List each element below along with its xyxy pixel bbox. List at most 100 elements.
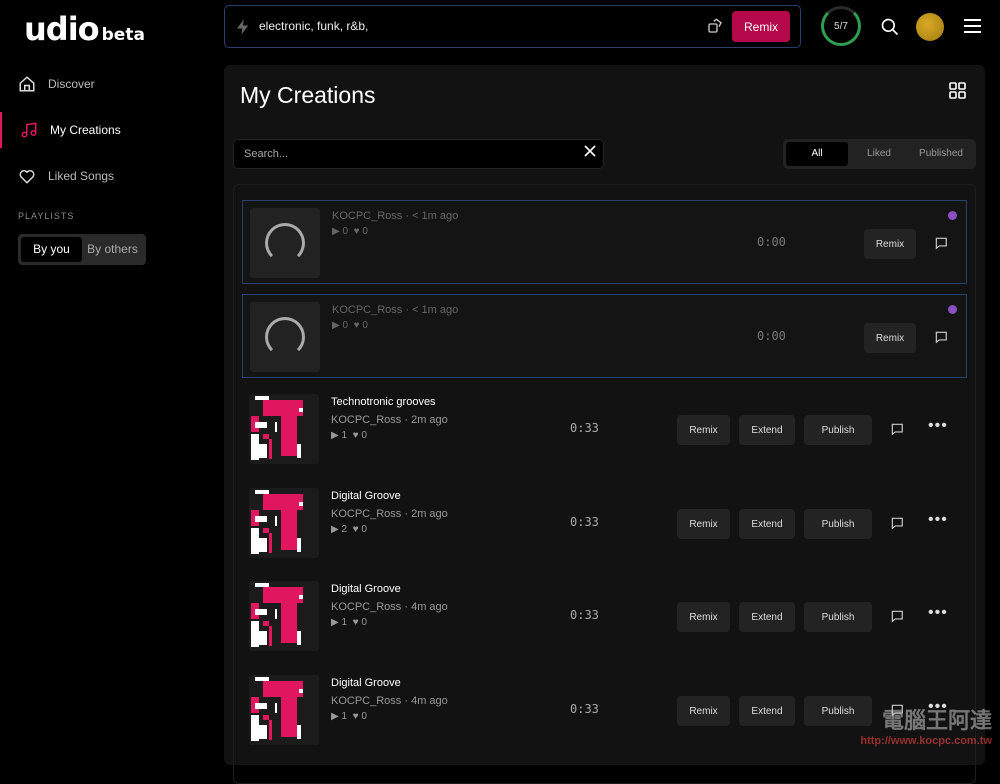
song-row[interactable]: Digital Groove KOCPC_Ross · 2m ago ▶ 2 ♥… [242, 481, 967, 565]
song-title[interactable]: Digital Groove [331, 677, 448, 689]
sidebar-item-my-creations[interactable]: My Creations [0, 112, 222, 148]
comment-icon[interactable] [890, 516, 904, 535]
play-count: 1 [341, 711, 348, 722]
heart-icon: ♥ [352, 617, 359, 628]
remix-button[interactable]: Remix [864, 229, 916, 259]
search-icon[interactable] [880, 17, 900, 37]
more-options-icon[interactable]: ••• [928, 511, 948, 529]
like-count: 0 [361, 617, 367, 628]
comment-icon[interactable] [890, 609, 904, 628]
song-thumbnail[interactable] [250, 208, 320, 278]
comment-icon[interactable] [934, 330, 948, 349]
extend-button[interactable]: Extend [739, 509, 795, 539]
udio-logo[interactable]: udio beta [24, 10, 145, 48]
avatar[interactable] [916, 13, 944, 41]
tab-published[interactable]: Published [910, 142, 972, 166]
tab-all[interactable]: All [786, 142, 848, 166]
loading-spinner [265, 223, 305, 263]
menu-icon[interactable] [964, 18, 981, 34]
main-panel: My Creations All Liked Published KOCPC_R… [224, 65, 985, 784]
song-age: 4m ago [411, 695, 448, 707]
sidebar: udio beta Discover My Creations Liked Son… [0, 0, 222, 751]
play-icon: ▶ [331, 711, 339, 722]
song-title[interactable]: Digital Groove [331, 583, 448, 595]
extend-button[interactable]: Extend [739, 415, 795, 445]
song-title[interactable]: Digital Groove [331, 490, 448, 502]
play-icon: ▶ [332, 320, 340, 331]
remix-button[interactable]: Remix [677, 415, 730, 445]
song-row[interactable]: Technotronic grooves KOCPC_Ross · 2m ago… [242, 387, 967, 471]
song-age: < 1m ago [412, 210, 459, 222]
more-options-icon[interactable]: ••• [928, 604, 948, 622]
remix-button[interactable]: Remix [677, 602, 730, 632]
song-duration: 0:33 [570, 515, 599, 529]
playlist-toggle: By you By others [18, 234, 146, 265]
song-author[interactable]: KOCPC_Ross [332, 210, 402, 222]
cover-art [249, 394, 319, 464]
song-row[interactable]: Digital Groove KOCPC_Ross · 4m ago ▶ 1 ♥… [242, 574, 967, 658]
song-author[interactable]: KOCPC_Ross [331, 508, 401, 520]
comment-icon[interactable] [934, 236, 948, 255]
like-count: 0 [362, 320, 368, 331]
search-input[interactable] [233, 139, 604, 169]
sidebar-item-discover[interactable]: Discover [0, 66, 222, 102]
pending-song-row[interactable]: KOCPC_Ross · < 1m ago ▶ 0 ♥ 0 0:00 Remix [242, 294, 967, 378]
play-icon: ▶ [331, 524, 339, 535]
status-dot [948, 305, 957, 314]
remix-button[interactable]: Remix [732, 11, 790, 42]
sidebar-item-liked-songs[interactable]: Liked Songs [0, 158, 222, 194]
song-duration: 0:00 [757, 329, 786, 343]
watermark: 電腦王阿達 http://www.kocpc.com.tw [860, 708, 992, 747]
remix-button[interactable]: Remix [864, 323, 916, 353]
heart-icon: ♥ [352, 430, 359, 441]
song-thumbnail[interactable] [249, 581, 319, 651]
publish-button[interactable]: Publish [804, 509, 872, 539]
song-author[interactable]: KOCPC_Ross [332, 304, 402, 316]
heart-icon: ♥ [353, 226, 360, 237]
extend-button[interactable]: Extend [739, 602, 795, 632]
prompt-input[interactable]: electronic, funk, r&b, [259, 19, 368, 33]
comment-icon[interactable] [890, 422, 904, 441]
loading-spinner [265, 317, 305, 357]
heart-icon: ♥ [353, 320, 360, 331]
close-icon[interactable] [584, 145, 596, 157]
playlist-tab-by-others[interactable]: By others [82, 237, 143, 262]
song-duration: 0:33 [570, 421, 599, 435]
song-row[interactable]: Digital Groove KOCPC_Ross · 4m ago ▶ 1 ♥… [242, 668, 967, 752]
sidebar-item-label: My Creations [50, 123, 121, 137]
sidebar-item-label: Liked Songs [48, 169, 115, 183]
extend-button[interactable]: Extend [739, 696, 795, 726]
cover-art [249, 488, 319, 558]
publish-button[interactable]: Publish [804, 602, 872, 632]
remix-button[interactable]: Remix [677, 696, 730, 726]
prompt-bar: electronic, funk, r&b, Remix [224, 5, 801, 48]
song-title[interactable]: Technotronic grooves [331, 396, 448, 408]
song-author[interactable]: KOCPC_Ross [331, 695, 401, 707]
grid-view-icon[interactable] [949, 82, 966, 99]
play-icon: ▶ [332, 226, 340, 237]
song-thumbnail[interactable] [249, 675, 319, 745]
heart-icon: ♥ [352, 524, 359, 535]
song-author[interactable]: KOCPC_Ross [331, 601, 401, 613]
dice-icon[interactable] [707, 18, 723, 34]
playlists-heading: PLAYLISTS [18, 211, 75, 221]
song-thumbnail[interactable] [249, 488, 319, 558]
heart-icon [19, 170, 35, 184]
song-age: 4m ago [411, 601, 448, 613]
heart-icon: ♥ [352, 711, 359, 722]
song-duration: 0:33 [570, 702, 599, 716]
like-count: 0 [361, 430, 367, 441]
play-icon: ▶ [331, 617, 339, 628]
song-thumbnail[interactable] [250, 302, 320, 372]
song-author[interactable]: KOCPC_Ross [331, 414, 401, 426]
playlist-tab-by-you[interactable]: By you [21, 237, 82, 262]
like-count: 0 [361, 524, 367, 535]
tab-liked[interactable]: Liked [848, 142, 910, 166]
sidebar-item-label: Discover [48, 77, 95, 91]
song-thumbnail[interactable] [249, 394, 319, 464]
pending-song-row[interactable]: KOCPC_Ross · < 1m ago ▶ 0 ♥ 0 0:00 Remix [242, 200, 967, 284]
publish-button[interactable]: Publish [804, 415, 872, 445]
remix-button[interactable]: Remix [677, 509, 730, 539]
more-options-icon[interactable]: ••• [928, 417, 948, 435]
like-count: 0 [361, 711, 367, 722]
